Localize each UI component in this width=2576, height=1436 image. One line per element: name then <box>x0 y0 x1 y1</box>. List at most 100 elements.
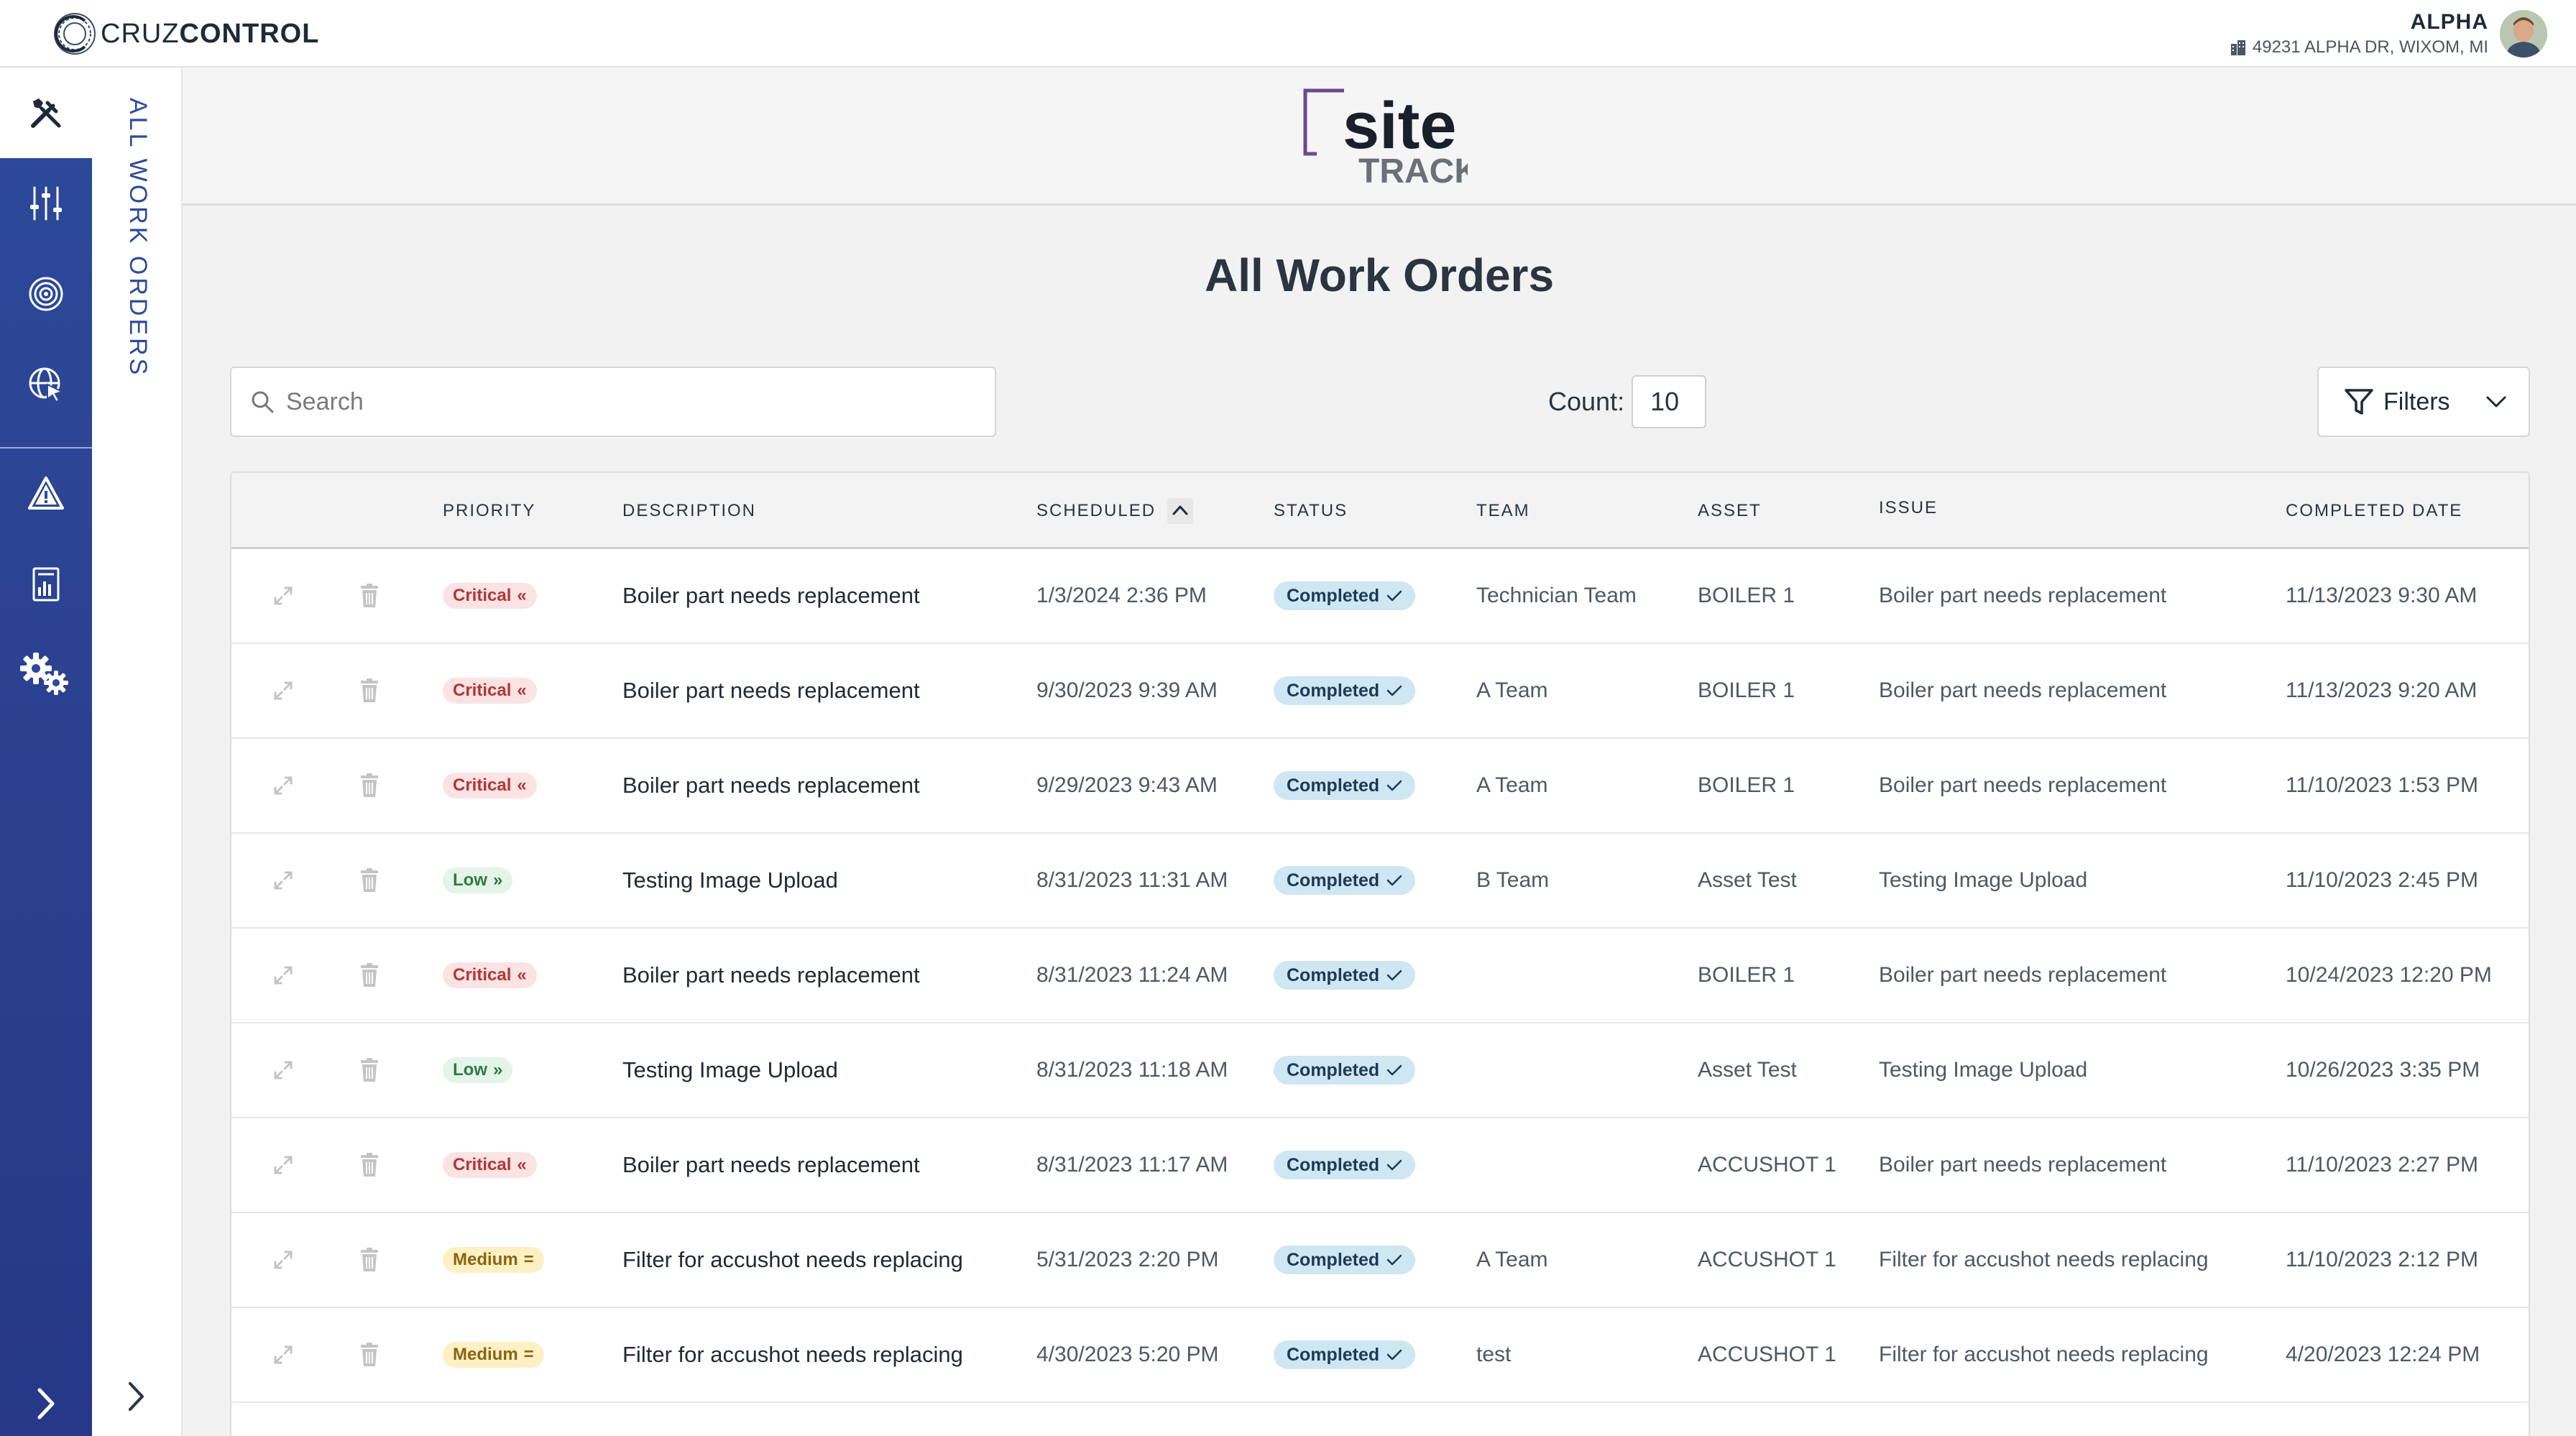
expand-icon[interactable] <box>262 834 305 927</box>
column-header-scheduled[interactable]: SCHEDULED <box>1036 473 1194 549</box>
subnav-title[interactable]: ALL WORK ORDERS <box>124 98 152 377</box>
table-row[interactable]: Medium = Filter for accushot needs replac… <box>231 1213 2529 1308</box>
delete-icon[interactable] <box>348 739 391 832</box>
description-cell[interactable]: Boiler part needs replacement <box>622 549 920 643</box>
team-cell: B Team <box>1476 868 1550 892</box>
status-label: Completed <box>1287 870 1380 890</box>
asset-cell: BOILER 1 <box>1698 773 1795 797</box>
team-cell: A Team <box>1476 678 1548 702</box>
description-cell[interactable]: Testing Image Upload <box>622 1023 838 1117</box>
delete-icon[interactable] <box>348 549 391 643</box>
priority-symbol: « <box>517 775 527 795</box>
asset-cell: Asset Test <box>1698 868 1797 892</box>
sidebar-item-targets[interactable] <box>0 249 92 339</box>
warning-icon <box>28 477 64 510</box>
table-row[interactable]: Critical « Boiler part needs replacement … <box>231 1118 2529 1213</box>
expand-icon[interactable] <box>262 1023 305 1117</box>
status-label: Completed <box>1287 1249 1380 1270</box>
sidebar-item-work-orders[interactable] <box>0 68 92 158</box>
column-header-completed-date[interactable]: COMPLETED DATE <box>2286 473 2462 549</box>
expand-icon[interactable] <box>262 549 305 643</box>
description-cell[interactable]: Filter for accushot needs replacing <box>622 1213 963 1307</box>
issue-cell: Testing Image Upload <box>1879 868 2088 892</box>
sidebar-item-controls[interactable] <box>0 158 92 249</box>
delete-icon[interactable] <box>348 834 391 927</box>
column-header-description[interactable]: DESCRIPTION <box>622 473 756 549</box>
brand-logo[interactable]: CRUZCONTROL <box>52 7 319 60</box>
scheduled-cell: 8/31/2023 11:17 AM <box>1036 1153 1228 1177</box>
column-header-priority[interactable]: PRIORITY <box>443 473 535 549</box>
column-header-team[interactable]: TEAM <box>1476 473 1530 549</box>
delete-icon[interactable] <box>348 1308 391 1402</box>
table-row[interactable]: Low » Testing Image Upload 8/31/2023 11:1… <box>231 1023 2529 1118</box>
issue-cell: Testing Image Upload <box>1879 1058 2088 1082</box>
priority-badge: Medium = <box>443 1342 544 1368</box>
status-badge: Completed <box>1274 1340 1416 1369</box>
table-row[interactable]: Critical « Boiler part needs replacement … <box>231 929 2529 1023</box>
table-row[interactable]: Critical « Boiler part needs replacement … <box>231 644 2529 739</box>
status-badge: Completed <box>1274 866 1416 895</box>
completed-date-cell: 11/13/2023 9:30 AM <box>2286 584 2478 607</box>
delete-icon[interactable] <box>348 929 391 1022</box>
checkmark-icon <box>1386 1064 1402 1076</box>
column-header-asset[interactable]: ASSET <box>1698 473 1762 549</box>
column-header-status[interactable]: STATUS <box>1274 473 1348 549</box>
asset-cell: BOILER 1 <box>1698 584 1795 607</box>
expand-icon[interactable] <box>262 644 305 737</box>
issue-cell: Filter for accushot needs replacing <box>1879 1248 2209 1271</box>
expand-icon[interactable] <box>262 739 305 832</box>
asset-cell: Asset Test <box>1698 1058 1797 1082</box>
checkmark-icon <box>1386 970 1402 981</box>
sidebar-expand-button[interactable] <box>0 1371 92 1436</box>
column-header-issue[interactable]: ISSUE <box>1879 473 1938 546</box>
sort-ascending-icon[interactable] <box>1167 498 1194 524</box>
asset-cell: ACCUSHOT 1 <box>1698 1153 1836 1177</box>
checkmark-icon <box>1386 685 1402 696</box>
priority-symbol: « <box>517 1155 527 1174</box>
table-row[interactable]: Critical « Boiler part needs replacement … <box>231 739 2529 834</box>
asset-cell: BOILER 1 <box>1698 963 1795 987</box>
delete-icon[interactable] <box>348 1118 391 1212</box>
status-label: Completed <box>1287 965 1380 985</box>
description-cell[interactable]: Boiler part needs replacement <box>622 739 920 832</box>
description-cell[interactable]: Testing Image Upload <box>622 834 838 927</box>
table-row[interactable]: Low » Testing Image Upload 8/31/2023 11:3… <box>231 834 2529 929</box>
filters-button[interactable]: Filters <box>2317 367 2530 437</box>
work-orders-table: PRIORITY DESCRIPTION SCHEDULED STATUS TE… <box>230 471 2530 1436</box>
table-row[interactable]: Medium = Filter for accushot needs replac… <box>231 1308 2529 1403</box>
search-box[interactable] <box>230 367 996 437</box>
expand-icon[interactable] <box>262 1118 305 1212</box>
delete-icon[interactable] <box>348 1213 391 1307</box>
sidebar-item-settings[interactable] <box>0 630 92 720</box>
avatar[interactable] <box>2500 10 2547 57</box>
search-input[interactable] <box>285 387 934 417</box>
sitetrack-logo: site TRACK <box>1303 88 1468 188</box>
description-cell[interactable]: Boiler part needs replacement <box>622 929 920 1022</box>
completed-date-cell: 11/10/2023 2:12 PM <box>2286 1248 2478 1271</box>
sidebar-item-reports[interactable] <box>0 539 92 630</box>
description-cell[interactable]: Boiler part needs replacement <box>622 644 920 737</box>
scheduled-cell: 1/3/2024 2:36 PM <box>1036 584 1207 607</box>
completed-date-cell: 11/13/2023 9:20 AM <box>2286 678 2478 702</box>
asset-cell: ACCUSHOT 1 <box>1698 1343 1836 1366</box>
scheduled-cell: 9/30/2023 9:39 AM <box>1036 678 1218 702</box>
expand-icon[interactable] <box>262 1213 305 1307</box>
sidebar-item-sites[interactable] <box>0 339 92 430</box>
description-cell[interactable]: Filter for accushot needs replacing <box>622 1308 963 1402</box>
table-row[interactable]: Critical « Boiler part needs replacement … <box>231 549 2529 644</box>
expand-icon[interactable] <box>262 1308 305 1402</box>
sidebar-item-alerts[interactable] <box>0 448 92 539</box>
priority-symbol: » <box>493 870 503 890</box>
user-menu[interactable]: ALPHA 49231 ALPHA DR, WIXOM, MI <box>2230 4 2547 63</box>
description-cell[interactable]: Boiler part needs replacement <box>622 1118 920 1212</box>
brand-name-bold: CONTROL <box>179 18 320 49</box>
subnav-expand-button[interactable] <box>92 1371 181 1422</box>
expand-icon[interactable] <box>262 929 305 1022</box>
delete-icon[interactable] <box>348 644 391 737</box>
priority-symbol: « <box>517 586 527 605</box>
count-input[interactable]: 10 <box>1632 375 1707 428</box>
issue-cell: Boiler part needs replacement <box>1879 773 2167 797</box>
priority-label: Medium <box>453 1250 518 1269</box>
column-header-scheduled-label: SCHEDULED <box>1036 501 1156 520</box>
delete-icon[interactable] <box>348 1023 391 1117</box>
